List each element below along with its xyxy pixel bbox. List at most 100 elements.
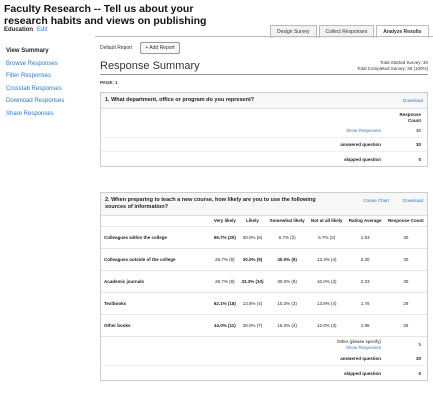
table-cell: 62.1% (18) [211, 291, 239, 314]
table-cell: 30 [384, 247, 427, 270]
main-content: Default Report + Add Report Response Sum… [100, 42, 428, 85]
table-cell: 13.3% (4) [307, 247, 346, 270]
total-completed: Total Completed Survey: 30 (100%) [356, 66, 428, 71]
summary-header: Response Summary Total Started Survey: 3… [100, 60, 428, 75]
q1-show-responses-row: Show Responses 30 [101, 124, 427, 138]
question-1-box: 1. What department, office or program do… [100, 92, 428, 167]
survey-title: Faculty Research -- Tell us about your r… [4, 3, 207, 27]
table-cell: 66.7% (20) [211, 225, 239, 248]
table-cell: 1.53 [345, 225, 385, 248]
table-cell: 30.0% (9) [266, 269, 308, 292]
q1-download-link[interactable]: Download [403, 97, 423, 104]
q2-skipped-value: 0 [418, 370, 421, 376]
add-report-button[interactable]: + Add Report [140, 42, 180, 54]
table-cell: 13.8% (4) [238, 291, 267, 314]
q2-col-header: Response Count [387, 218, 424, 223]
table-cell: 10.0% (3) [307, 269, 346, 292]
question-1-header: 1. What department, office or program do… [101, 93, 427, 109]
q2-col-header: Very likely [213, 218, 236, 223]
q2-other-label: Other (please specify) [336, 339, 381, 344]
q2-col-header: Not at all likely [310, 218, 343, 223]
q2-matrix-table: Very likely Likely Somewhat likely Not a… [101, 216, 427, 336]
q2-create-chart-link[interactable]: Create Chart [363, 197, 389, 211]
table-cell: 1.76 [345, 291, 385, 314]
table-cell: 29 [384, 291, 427, 314]
sidebar-item-view-summary[interactable]: View Summary [6, 45, 91, 58]
q2-download-link[interactable]: Download [403, 197, 423, 211]
row-label: Colleagues within the college [101, 225, 211, 248]
q1-skipped-label: skipped question [343, 156, 381, 162]
q2-other-row: Other (please specify) Show Responses 5 [101, 336, 427, 352]
q2-other-show-link[interactable]: Show Responses [337, 345, 381, 351]
q2-other-cell: Other (please specify) Show Responses [337, 339, 381, 350]
sidebar-item-filter-responses[interactable]: Filter Responses [6, 70, 91, 83]
q2-header-blank [101, 216, 211, 226]
q2-answered-value: 30 [415, 356, 421, 361]
q2-header-row: Very likely Likely Somewhat likely Not a… [101, 216, 427, 226]
sidebar-item-download-responses[interactable]: Download Responses [6, 95, 91, 108]
q2-col-header: Somewhat likely [269, 218, 305, 223]
table-row: Colleagues outside of the college 26.7% (… [101, 247, 427, 270]
table-cell: 26.7% (8) [211, 247, 239, 270]
row-label: Colleagues outside of the college [101, 247, 211, 270]
table-row: Colleagues within the college 66.7% (20) 2… [101, 225, 427, 248]
q2-table-body: Colleagues within the college 66.7% (20) 2… [101, 225, 427, 336]
sidebar: View Summary Browse Responses Filter Res… [6, 45, 91, 121]
question-1-text: 1. What department, office or program do… [105, 97, 255, 103]
table-cell: 30.0% (9) [238, 247, 267, 270]
question-2-text: 2. When preparing to teach a new course,… [105, 197, 316, 210]
edit-link[interactable]: Edit [37, 27, 47, 33]
row-label: Academic journals [101, 269, 211, 292]
table-cell: 33.3% (10) [238, 269, 267, 292]
page-label: PAGE: 1 [100, 80, 118, 85]
table-row: Academic journals 26.7% (8) 33.3% (10) 30.0… [101, 269, 427, 292]
question-2-box: 2. When preparing to teach a new course,… [100, 192, 428, 381]
row-label: Other books [101, 313, 211, 336]
q1-answered-row: answered question 30 [101, 138, 427, 152]
q1-column-header: Response Count [101, 109, 427, 124]
table-cell: 2.23 [345, 269, 385, 292]
q1-skipped-row: skipped question 0 [101, 152, 427, 166]
report-label[interactable]: Default Report [100, 45, 132, 51]
tab-divider [95, 36, 433, 37]
totals: Total Started Survey: 30 Total Completed… [357, 60, 428, 72]
q1-show-responses-link[interactable]: Show Responses [281, 128, 381, 133]
report-row: Default Report + Add Report [100, 42, 428, 54]
table-cell: 13.8% (4) [307, 291, 346, 314]
q2-skipped-row: skipped question 0 [101, 366, 427, 380]
table-row: Other books 44.0% (11) 28.0% (7) 16.0% (4) 1… [101, 313, 427, 336]
org-name: Education [4, 27, 34, 33]
q2-skipped-label: skipped question [343, 370, 381, 376]
sidebar-item-crosstab-responses[interactable]: Crosstab Responses [6, 83, 91, 96]
q2-col-header: Likely [246, 218, 259, 223]
sidebar-item-share-responses[interactable]: Share Responses [6, 108, 91, 121]
q2-col-header: Rating Average [348, 218, 382, 223]
question-2-header: 2. When preparing to teach a new course,… [101, 193, 427, 216]
q2-other-value: 5 [418, 342, 421, 347]
table-cell: 30 [384, 269, 427, 292]
sidebar-item-browse-responses[interactable]: Browse Responses [6, 58, 91, 71]
table-cell: 1.96 [345, 313, 385, 336]
table-cell: 30 [384, 225, 427, 248]
row-label: Textbooks [101, 291, 211, 314]
q1-answered-value: 30 [415, 142, 421, 147]
table-cell: 6.7% (2) [307, 225, 346, 248]
table-cell: 10.3% (3) [266, 291, 308, 314]
q1-answered-label: answered question [340, 142, 381, 147]
q1-show-count: 30 [415, 128, 421, 133]
table-cell: 20.0% (6) [238, 225, 267, 248]
table-cell: 44.0% (11) [211, 313, 239, 336]
table-cell: 25 [384, 313, 427, 336]
table-cell: 16.0% (4) [266, 313, 308, 336]
table-cell: 6.7% (2) [266, 225, 308, 248]
page-title: Response Summary [100, 60, 200, 72]
table-cell: 28.0% (7) [238, 313, 267, 336]
q2-answered-label: answered question [340, 356, 381, 361]
table-cell: 12.0% (3) [307, 313, 346, 336]
table-cell: 2.30 [345, 247, 385, 270]
table-cell: 30.0% (9) [266, 247, 308, 270]
table-cell: 26.7% (8) [211, 269, 239, 292]
org-line: Education Edit [4, 27, 47, 33]
table-row: Textbooks 62.1% (18) 13.8% (4) 10.3% (3) 13.… [101, 291, 427, 314]
q1-skipped-value: 0 [418, 156, 421, 162]
